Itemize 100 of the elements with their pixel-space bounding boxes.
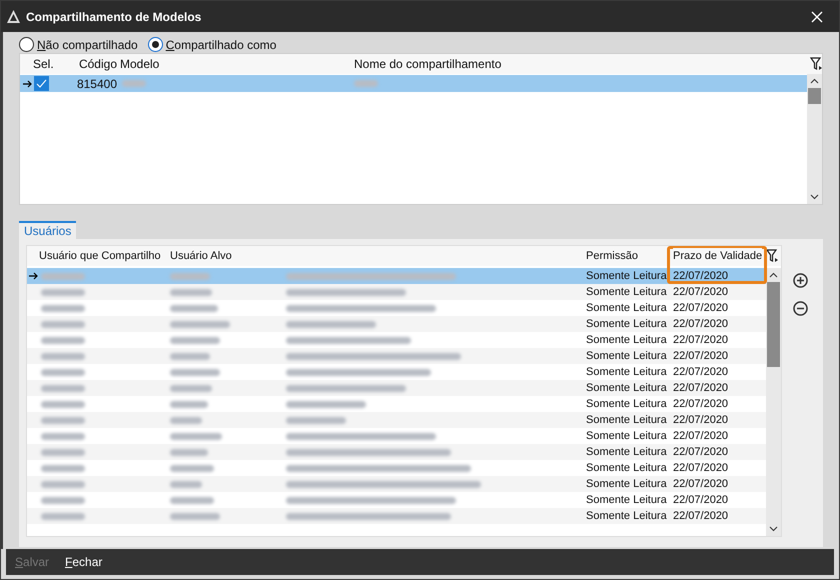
- redacted-text: [170, 272, 210, 280]
- radio-icon[interactable]: [19, 37, 34, 52]
- redacted-text: [170, 496, 214, 504]
- column-header: Nome do compartilhamento: [354, 56, 502, 73]
- column-header: Usuário Alvo: [170, 248, 233, 264]
- redacted-text: [41, 304, 85, 312]
- table-row[interactable]: Somente Leitura 22/07/2020: [27, 508, 766, 524]
- redacted-text: [41, 496, 85, 504]
- redacted-text: [41, 384, 85, 392]
- redacted-text: [170, 464, 214, 472]
- tab[interactable]: Usuários: [19, 221, 76, 239]
- redacted-text: [170, 448, 208, 456]
- scroll-up-icon[interactable]: [769, 272, 778, 278]
- table-cell-text: Somente Leitura: [586, 348, 668, 364]
- table-cell-text: 815400: [76, 76, 117, 92]
- table-row[interactable]: Somente Leitura 22/07/2020: [27, 444, 766, 460]
- redacted-text: [170, 288, 212, 296]
- filter-icon[interactable]: [766, 249, 779, 263]
- table-row[interactable]: Somente Leitura 22/07/2020: [27, 284, 766, 300]
- table-row[interactable]: Somente Leitura 22/07/2020: [27, 268, 766, 284]
- column-header: Modelo: [119, 56, 160, 73]
- redacted-text: [41, 368, 85, 376]
- column-header: Sel.: [32, 56, 55, 73]
- redacted-text: [170, 512, 220, 520]
- table-cell-text: 22/07/2020: [673, 380, 728, 396]
- scroll-thumb[interactable]: [767, 282, 780, 367]
- redacted-text: [41, 432, 85, 440]
- table-cell-text: 22/07/2020: [673, 364, 728, 380]
- redacted-text: [41, 480, 85, 488]
- table-row[interactable]: Somente Leitura 22/07/2020: [27, 476, 766, 492]
- table-cell-text: Somente Leitura: [586, 316, 668, 332]
- redacted-text: [170, 336, 220, 344]
- add-icon[interactable]: [793, 273, 808, 288]
- table-cell-text: 22/07/2020: [673, 316, 728, 332]
- scrollbar[interactable]: [766, 268, 781, 536]
- table-cell-text: Somente Leitura: [586, 380, 668, 396]
- table-cell-text: Somente Leitura: [586, 268, 668, 284]
- redacted-text: [41, 320, 85, 328]
- checkbox[interactable]: [34, 76, 49, 91]
- redacted-text: [41, 448, 85, 456]
- scroll-up-icon[interactable]: [810, 78, 819, 84]
- redacted-text: [170, 400, 208, 408]
- redacted-text: [170, 320, 230, 328]
- table-cell-text: 22/07/2020: [673, 444, 728, 460]
- table-cell-text: 22/07/2020: [673, 268, 728, 284]
- close-icon[interactable]: [811, 10, 823, 22]
- redacted-text: [170, 480, 202, 488]
- table-cell-text: Somente Leitura: [586, 364, 668, 380]
- table-cell-text: Somente Leitura: [586, 476, 668, 492]
- redacted-text: [170, 384, 212, 392]
- redacted-text: [41, 336, 85, 344]
- filter-icon[interactable]: [810, 57, 823, 71]
- table-cell-text: Somente Leitura: [586, 460, 668, 476]
- table-cell-text: 22/07/2020: [673, 396, 728, 412]
- app-logo-icon: [7, 10, 20, 23]
- redacted-text: [170, 416, 202, 424]
- row-pointer-icon: [28, 272, 38, 280]
- table-row[interactable]: Somente Leitura 22/07/2020: [27, 380, 766, 396]
- table-row[interactable]: Somente Leitura 22/07/2020: [27, 412, 766, 428]
- radio-option[interactable]: Compartilhado como: [148, 36, 276, 54]
- table-cell-text: Somente Leitura: [586, 300, 668, 316]
- scrollbar[interactable]: [807, 74, 822, 204]
- redacted-text: [41, 272, 85, 280]
- table-row[interactable]: Somente Leitura 22/07/2020: [27, 316, 766, 332]
- table-cell-text: 22/07/2020: [673, 332, 728, 348]
- table-cell-text: 22/07/2020: [673, 284, 728, 300]
- window-title: Compartilhamento de Modelos: [26, 8, 202, 26]
- table-row[interactable]: Somente Leitura 22/07/2020: [27, 348, 766, 364]
- footer-button[interactable]: Fechar: [65, 553, 102, 571]
- redacted-text: [286, 416, 346, 424]
- table-cell-text: 22/07/2020: [673, 508, 728, 524]
- scroll-down-icon[interactable]: [810, 194, 819, 200]
- table-cell-text: 22/07/2020: [673, 428, 728, 444]
- scroll-down-icon[interactable]: [769, 526, 778, 532]
- scroll-thumb[interactable]: [808, 88, 821, 104]
- radio-option[interactable]: Não compartilhado: [19, 36, 138, 54]
- column-header: Usuário que Compartilho: [38, 248, 162, 264]
- redacted-text: [41, 400, 85, 408]
- redacted-text: [354, 80, 378, 87]
- table-cell-text: Somente Leitura: [586, 412, 668, 428]
- column-header: Permissão: [586, 248, 639, 264]
- table-cell-text: Somente Leitura: [586, 332, 668, 348]
- redacted-text: [41, 288, 85, 296]
- redacted-text: [170, 368, 220, 376]
- table-cell-text: 22/07/2020: [673, 300, 728, 316]
- table-cell-text: 22/07/2020: [673, 476, 728, 492]
- redacted-text: [170, 352, 210, 360]
- table-row[interactable]: 815400: [20, 75, 807, 92]
- table-cell-text: 22/07/2020: [673, 460, 728, 476]
- row-pointer-icon: [22, 80, 32, 88]
- table-cell-text: Somente Leitura: [586, 508, 668, 524]
- remove-icon[interactable]: [793, 301, 808, 316]
- redacted-text: [41, 416, 85, 424]
- radio-icon[interactable]: [148, 37, 163, 52]
- column-header: Código: [78, 56, 117, 73]
- redacted-text: [41, 512, 85, 520]
- table-cell-text: 22/07/2020: [673, 412, 728, 428]
- table-cell-text: Somente Leitura: [586, 492, 668, 508]
- table-cell-text: 22/07/2020: [673, 492, 728, 508]
- table-cell-text: Somente Leitura: [586, 444, 668, 460]
